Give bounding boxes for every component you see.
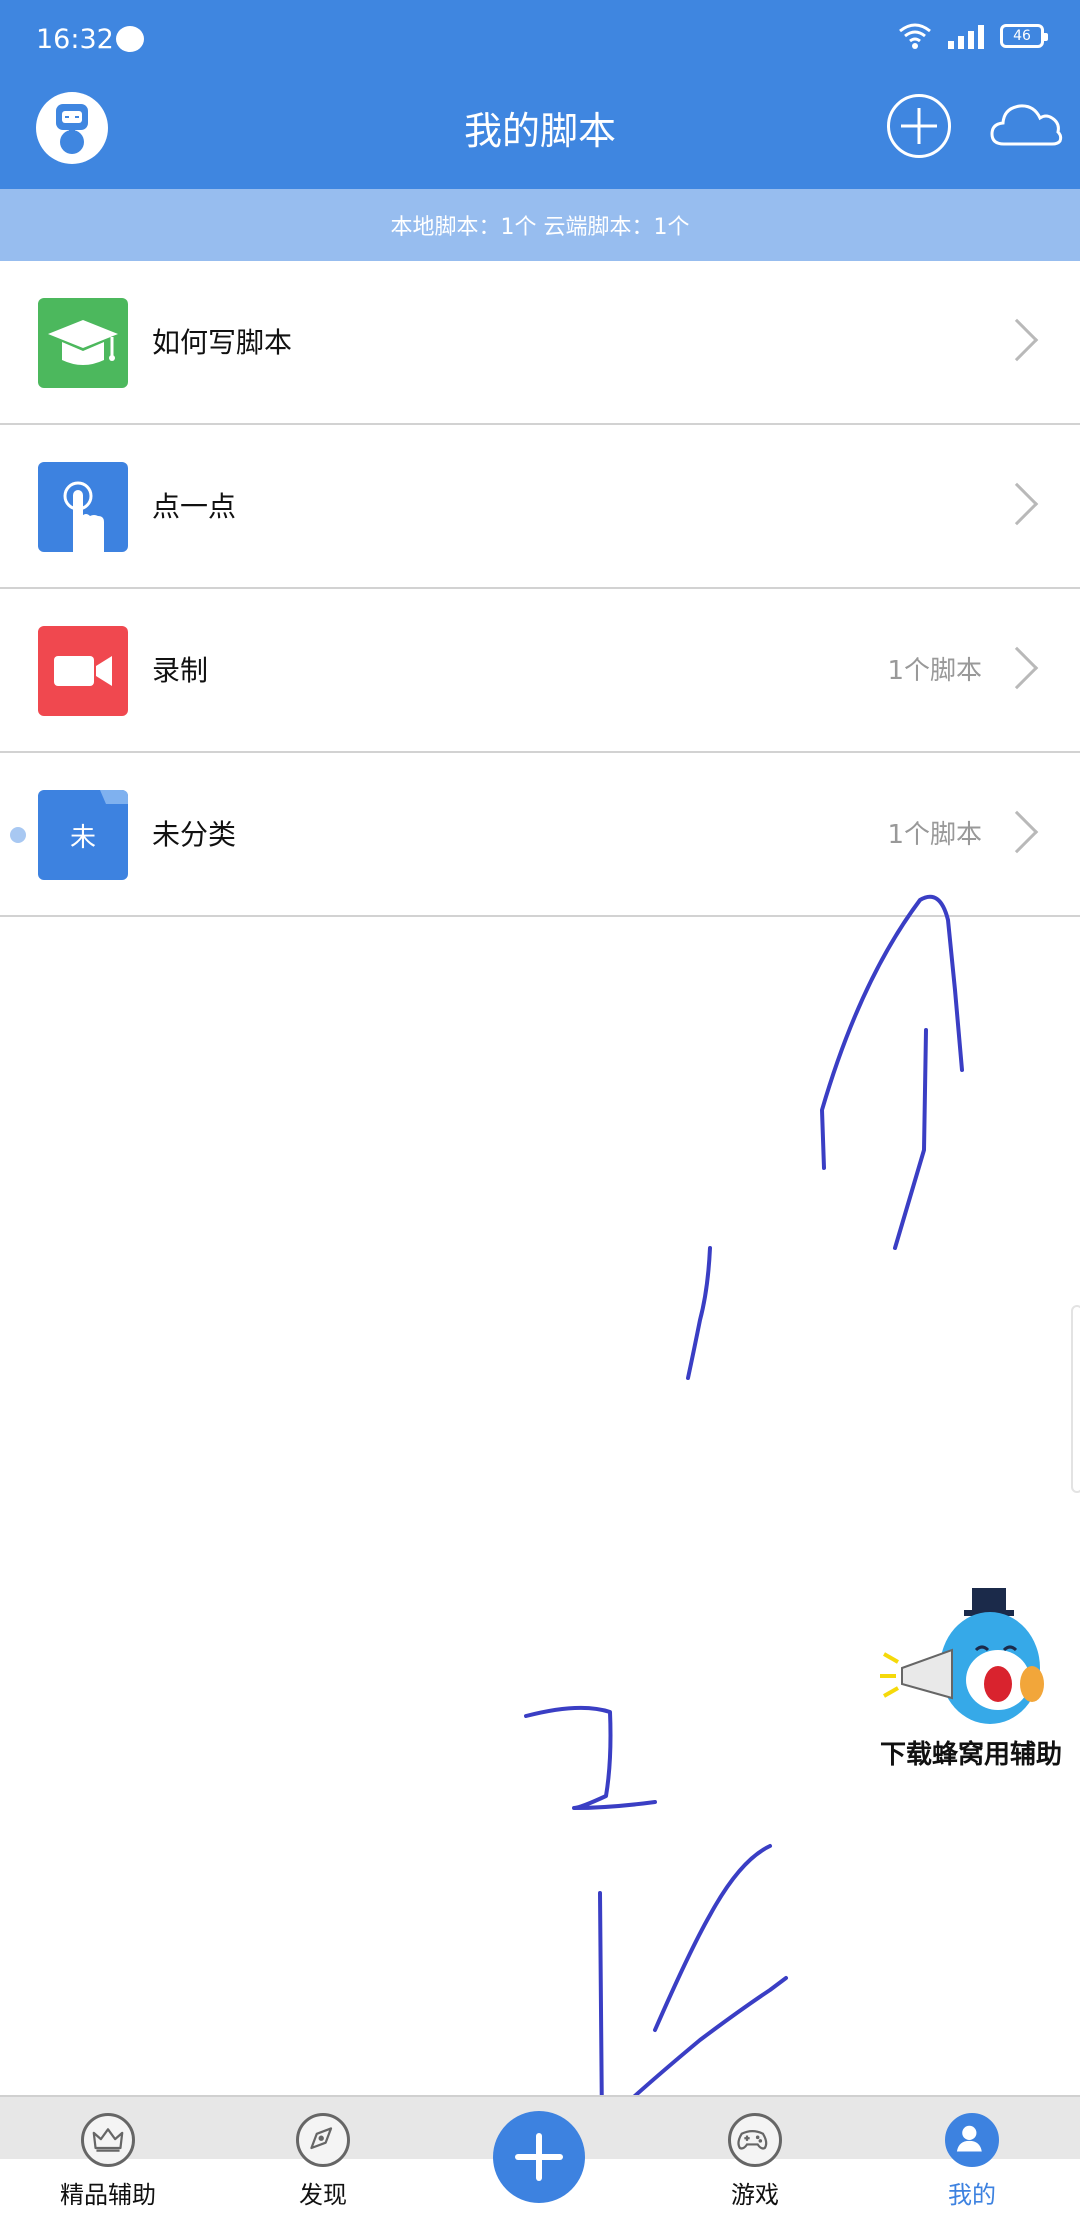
status-time: 16:32 (36, 24, 114, 55)
add-icon[interactable] (493, 2111, 585, 2203)
wifi-icon (899, 23, 931, 49)
folder-icon: 未 (38, 790, 128, 880)
add-circle-icon[interactable] (887, 94, 951, 158)
chevron-right-icon (995, 318, 1039, 362)
chevron-right-icon (995, 646, 1039, 690)
video-camera-icon (38, 626, 128, 716)
tap-hand-icon (38, 462, 128, 552)
tab-label: 精品辅助 (60, 2181, 156, 2209)
tab-mine[interactable]: 我的 (902, 2097, 1042, 2220)
list-item-record[interactable]: 录制 1个脚本 (0, 589, 1080, 753)
battery-level: 46 (1013, 28, 1031, 44)
list-item-uncategorized[interactable]: 未 未分类 1个脚本 (0, 753, 1080, 917)
promo-floating-badge[interactable]: 下载蜂窝用辅助 (872, 1588, 1070, 1778)
list-item-count: 1个脚本 (887, 820, 982, 850)
script-category-list: 如何写脚本 点一点 录制 1个脚本 未 未分类 1个脚本 (0, 261, 1080, 917)
list-item-label: 录制 (152, 654, 209, 687)
gamepad-icon (728, 2113, 782, 2167)
tab-games[interactable]: 游戏 (685, 2097, 825, 2220)
graduation-cap-icon (38, 298, 128, 388)
tab-label: 我的 (948, 2181, 996, 2209)
list-item-label: 如何写脚本 (152, 326, 293, 359)
tab-label: 游戏 (731, 2181, 779, 2209)
list-item-label: 点一点 (152, 490, 237, 523)
list-item-label: 未分类 (152, 818, 237, 851)
chevron-right-icon (995, 482, 1039, 526)
tab-premium[interactable]: 精品辅助 (38, 2097, 178, 2220)
top-bar: 16:32 46 我的脚本 (0, 0, 1080, 189)
message-icon (116, 26, 144, 52)
chevron-right-icon (995, 810, 1039, 854)
mascot-megaphone-icon (880, 1588, 1044, 1724)
compass-icon (296, 2113, 350, 2167)
list-item-tap[interactable]: 点一点 (0, 425, 1080, 589)
tab-discover[interactable]: 发现 (253, 2097, 393, 2220)
user-icon (945, 2113, 999, 2167)
cloud-icon[interactable] (988, 96, 1064, 156)
status-icons: 46 (898, 22, 1048, 50)
folder-icon-letter: 未 (69, 822, 96, 853)
tab-label: 发现 (299, 2181, 347, 2209)
script-summary: 本地脚本：1个 云端脚本：1个 (0, 189, 1080, 261)
new-indicator-dot (10, 827, 26, 843)
crown-icon (81, 2113, 135, 2167)
signal-icon (948, 23, 984, 49)
list-item-how-to-write[interactable]: 如何写脚本 (0, 261, 1080, 425)
side-scroll-handle[interactable] (1071, 1305, 1080, 1493)
battery-icon: 46 (1000, 24, 1048, 48)
promo-text: 下载蜂窝用辅助 (879, 1740, 1062, 1770)
list-item-count: 1个脚本 (887, 656, 982, 686)
